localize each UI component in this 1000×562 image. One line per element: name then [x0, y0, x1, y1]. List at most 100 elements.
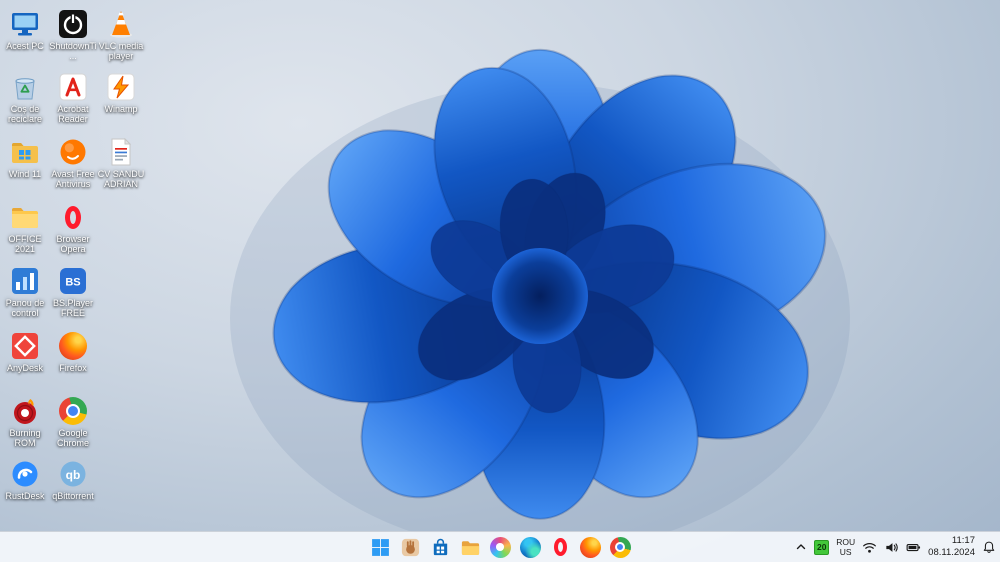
chrome-icon [57, 395, 89, 427]
icon-label: Winamp [104, 104, 138, 114]
desktop-icon-chrome[interactable]: Google Chrome [49, 395, 97, 448]
taskbar-app-firefox[interactable] [576, 533, 604, 561]
desktop-icon-vlc[interactable]: VLC media player [97, 8, 145, 61]
language-region: US [839, 547, 852, 557]
desktop-icon-shutdown-timer[interactable]: ShutdownTi... [49, 8, 97, 61]
icon-label: ShutdownTi... [49, 41, 97, 62]
recycle-bin-icon [9, 71, 41, 103]
taskbar-pinned-apps [366, 533, 634, 561]
taskbar-app-edge[interactable] [516, 533, 544, 561]
desktop-icon-acrobat-reader[interactable]: Acrobat Reader [49, 71, 97, 124]
windows-logo-icon [371, 538, 389, 556]
chrome-icon [609, 536, 631, 558]
icon-label: AnyDesk [6, 363, 43, 373]
document-icon [105, 136, 137, 168]
icon-label: Avast Free Antivirus [51, 169, 95, 190]
desktop-icon-winamp[interactable]: Winamp [97, 71, 145, 114]
volume-button[interactable] [884, 532, 899, 562]
taskbar-app-hand[interactable] [396, 533, 424, 561]
bell-icon [983, 541, 995, 553]
opera-icon [57, 201, 89, 233]
wifi-icon [863, 542, 877, 553]
tray-badge-app[interactable]: 20 [814, 532, 830, 562]
wifi-button[interactable] [862, 532, 877, 562]
taskbar: 20 ROU US 11:17 08.11.2024 [0, 531, 1000, 562]
wallpaper-bloom [230, 38, 850, 533]
notification-center-button[interactable] [982, 532, 996, 562]
taskbar-app-file-explorer[interactable] [456, 533, 484, 561]
clock[interactable]: 11:17 08.11.2024 [928, 532, 975, 562]
this-pc-icon [9, 8, 41, 40]
icon-label: RustDesk [5, 491, 45, 501]
hand-app-icon [401, 538, 419, 556]
battery-button[interactable] [906, 532, 921, 562]
icon-label: Wind 11 [8, 169, 42, 179]
desktop-icon-acest-pc[interactable]: Acest PC [1, 8, 49, 51]
windows-folder-icon [9, 136, 41, 168]
desktop-icon-burning-rom[interactable]: Burning ROM [1, 395, 49, 448]
desktop-icon-bsplayer[interactable]: BS BS.Player FREE [49, 265, 97, 318]
firefox-icon [57, 330, 89, 362]
start-button[interactable] [366, 533, 394, 561]
icon-label: BS.Player FREE [52, 298, 94, 319]
icon-label: Browser Opera [56, 234, 90, 255]
language-layout: ROU [836, 536, 856, 547]
avast-icon [57, 136, 89, 168]
date-text: 08.11.2024 [928, 547, 975, 558]
desktop-icon-avast[interactable]: Avast Free Antivirus [49, 136, 97, 189]
acrobat-reader-icon [57, 71, 89, 103]
nero-burning-rom-icon [9, 395, 41, 427]
desktop: Acest PC ShutdownTi... VLC media player … [0, 0, 1000, 562]
vlc-icon [105, 8, 137, 40]
rustdesk-icon [9, 458, 41, 490]
icon-label: Acrobat Reader [57, 104, 89, 125]
system-tray: 20 ROU US 11:17 08.11.2024 [795, 532, 996, 562]
qbittorrent-icon: qb [57, 458, 89, 490]
desktop-icon-qbittorrent[interactable]: qb qBittorrent [49, 458, 97, 501]
firefox-icon [579, 536, 601, 558]
taskbar-app-chrome[interactable] [606, 533, 634, 561]
icon-label: Firefox [59, 363, 87, 373]
svg-text:BS: BS [65, 277, 80, 289]
icon-label: Google Chrome [56, 428, 89, 449]
taskbar-app-photos[interactable] [486, 533, 514, 561]
icon-label: Panou de control [5, 298, 45, 319]
folder-icon [9, 201, 41, 233]
desktop-icon-rustdesk[interactable]: RustDesk [1, 458, 49, 501]
control-panel-icon [9, 265, 41, 297]
icon-label: OFFICE 2021 [8, 234, 42, 255]
icon-label: Coș de reciclare [7, 104, 42, 125]
time-text: 11:17 [951, 535, 975, 547]
desktop-icon-recycle-bin[interactable]: Coș de reciclare [1, 71, 49, 124]
icon-label: Acest PC [6, 41, 44, 51]
speaker-icon [886, 542, 898, 552]
desktop-icon-cv-document[interactable]: CV SANDU ADRIAN [97, 136, 145, 189]
icon-label: qBittorrent [52, 491, 94, 501]
file-explorer-icon [461, 540, 479, 555]
microsoft-edge-icon [519, 536, 541, 558]
icon-label: Burning ROM [9, 428, 41, 449]
anydesk-icon [9, 330, 41, 362]
desktop-icon-anydesk[interactable]: AnyDesk [1, 330, 49, 373]
desktop-icon-firefox[interactable]: Firefox [49, 330, 97, 373]
taskbar-app-store[interactable] [426, 533, 454, 561]
opera-icon [553, 538, 567, 556]
icon-label: VLC media player [98, 41, 144, 62]
green-badge: 20 [814, 539, 830, 555]
tray-overflow-button[interactable] [795, 532, 807, 562]
bsplayer-icon: BS [57, 265, 89, 297]
winamp-icon [105, 71, 137, 103]
desktop-icon-office-folder[interactable]: OFFICE 2021 [1, 201, 49, 254]
photos-icon [489, 536, 511, 558]
desktop-icon-opera[interactable]: Browser Opera [49, 201, 97, 254]
desktop-icon-wind-11[interactable]: Wind 11 [1, 136, 49, 179]
microsoft-store-icon [433, 538, 447, 555]
desktop-icon-control-panel[interactable]: Panou de control [1, 265, 49, 318]
chevron-up-icon [797, 544, 806, 550]
shutdown-timer-icon [57, 8, 89, 40]
taskbar-app-opera[interactable] [546, 533, 574, 561]
language-indicator[interactable]: ROU US [836, 532, 855, 562]
battery-icon [906, 543, 921, 551]
icon-label: CV SANDU ADRIAN [97, 169, 145, 190]
svg-text:qb: qb [66, 468, 81, 482]
